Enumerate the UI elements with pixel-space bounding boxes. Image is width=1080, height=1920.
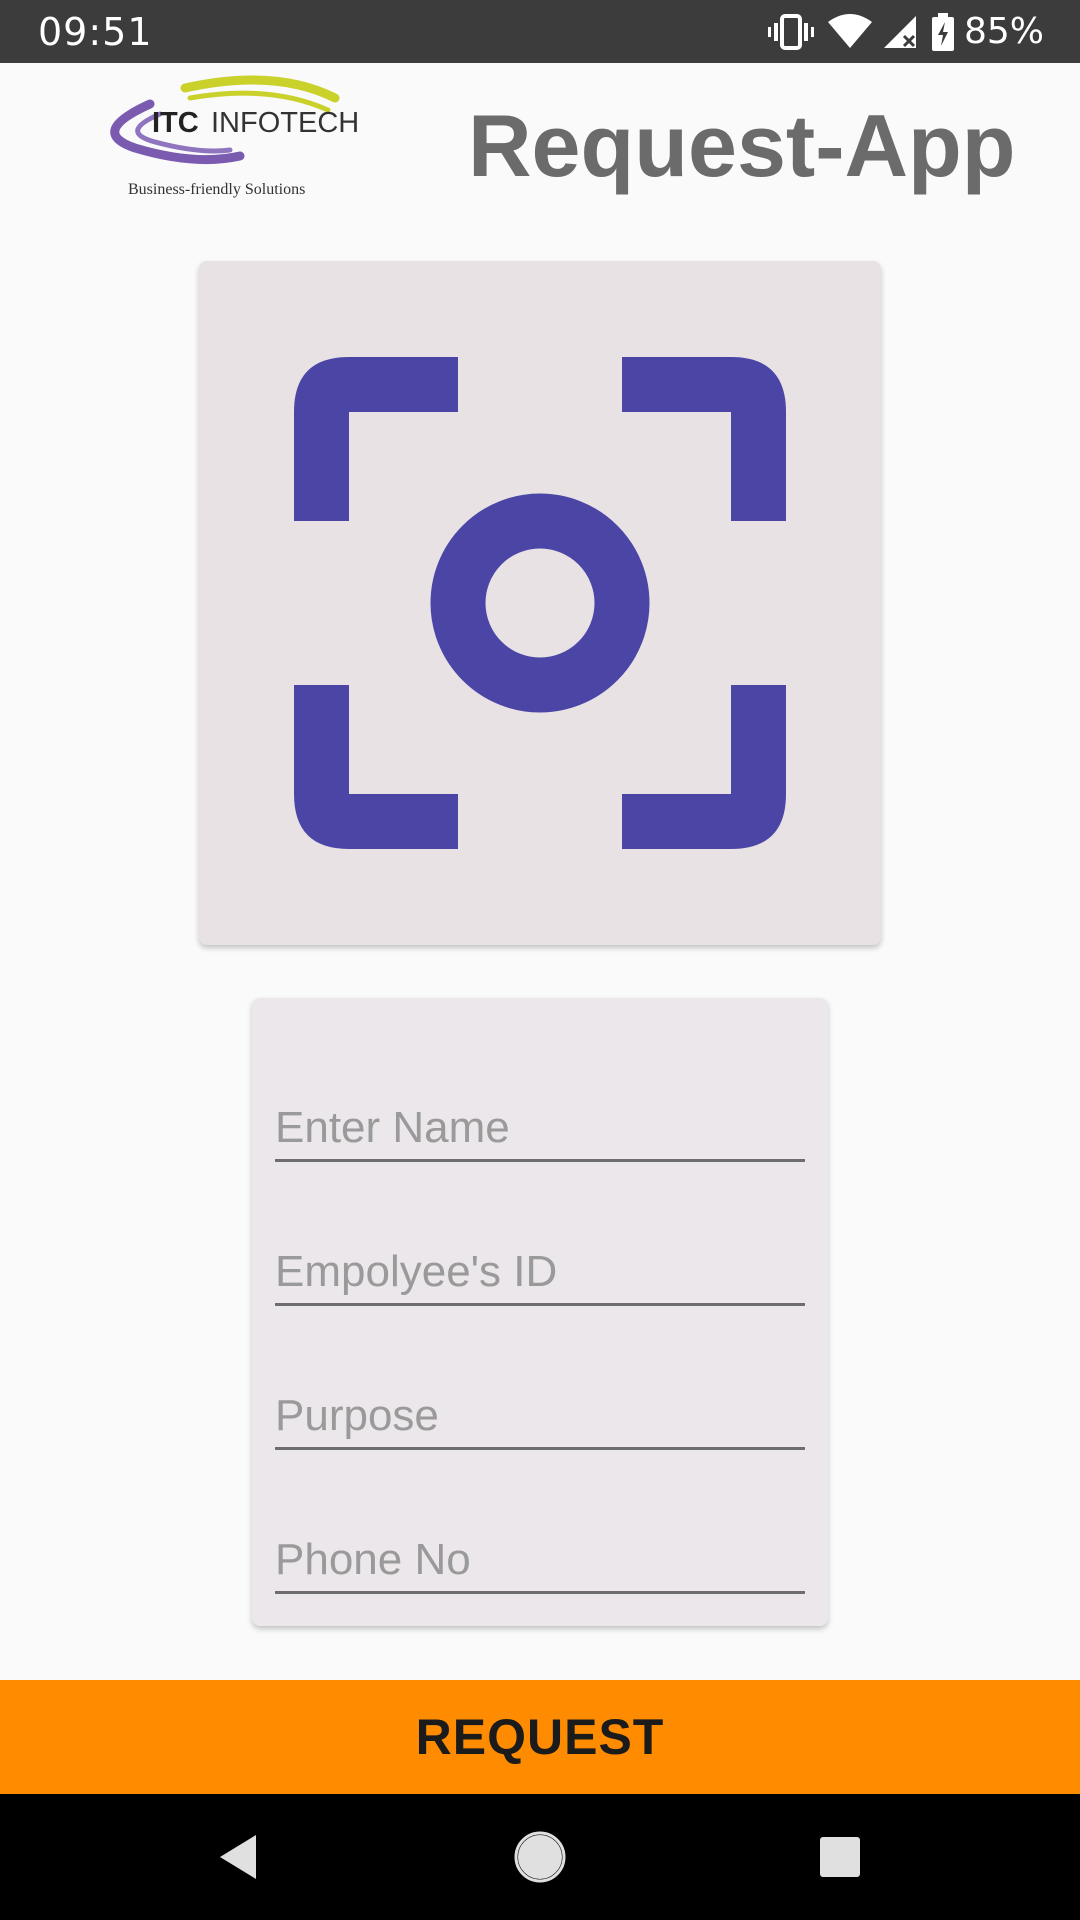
phone-input[interactable] xyxy=(275,1535,805,1585)
camera-scan-icon xyxy=(294,357,786,849)
status-bar: 09:51 85% xyxy=(0,0,1080,63)
signal-icon xyxy=(882,14,918,50)
svg-text:ITC: ITC xyxy=(152,107,199,139)
battery-charging-icon xyxy=(931,13,954,51)
vibrate-icon xyxy=(767,12,814,52)
scan-button[interactable] xyxy=(199,261,881,945)
svg-text:Business-friendly Solutions: Business-friendly Solutions xyxy=(128,181,305,198)
svg-text:INFOTECH: INFOTECH xyxy=(211,107,359,139)
name-field[interactable] xyxy=(275,1090,805,1162)
purpose-input[interactable] xyxy=(275,1391,805,1441)
purpose-field[interactable] xyxy=(275,1378,805,1450)
navigation-bar xyxy=(0,1794,1080,1920)
back-icon[interactable] xyxy=(212,1829,268,1885)
wifi-icon xyxy=(827,14,872,50)
company-logo: ITC INFOTECH Business-friendly Solutions xyxy=(100,70,360,205)
status-time: 09:51 xyxy=(38,10,153,54)
status-icons: 85% xyxy=(767,8,1044,56)
request-button[interactable]: REQUEST xyxy=(0,1680,1080,1794)
home-icon[interactable] xyxy=(512,1829,568,1885)
request-app-screen: 09:51 85% ITC INFOTECH Business-friendly… xyxy=(0,0,1080,1920)
recents-icon[interactable] xyxy=(812,1829,868,1885)
employee-id-field[interactable] xyxy=(275,1234,805,1306)
battery-percent: 85% xyxy=(963,11,1044,52)
name-input[interactable] xyxy=(275,1103,805,1153)
phone-field[interactable] xyxy=(275,1522,805,1594)
employee-id-input[interactable] xyxy=(275,1247,805,1297)
app-title: Request-App xyxy=(468,96,1016,195)
